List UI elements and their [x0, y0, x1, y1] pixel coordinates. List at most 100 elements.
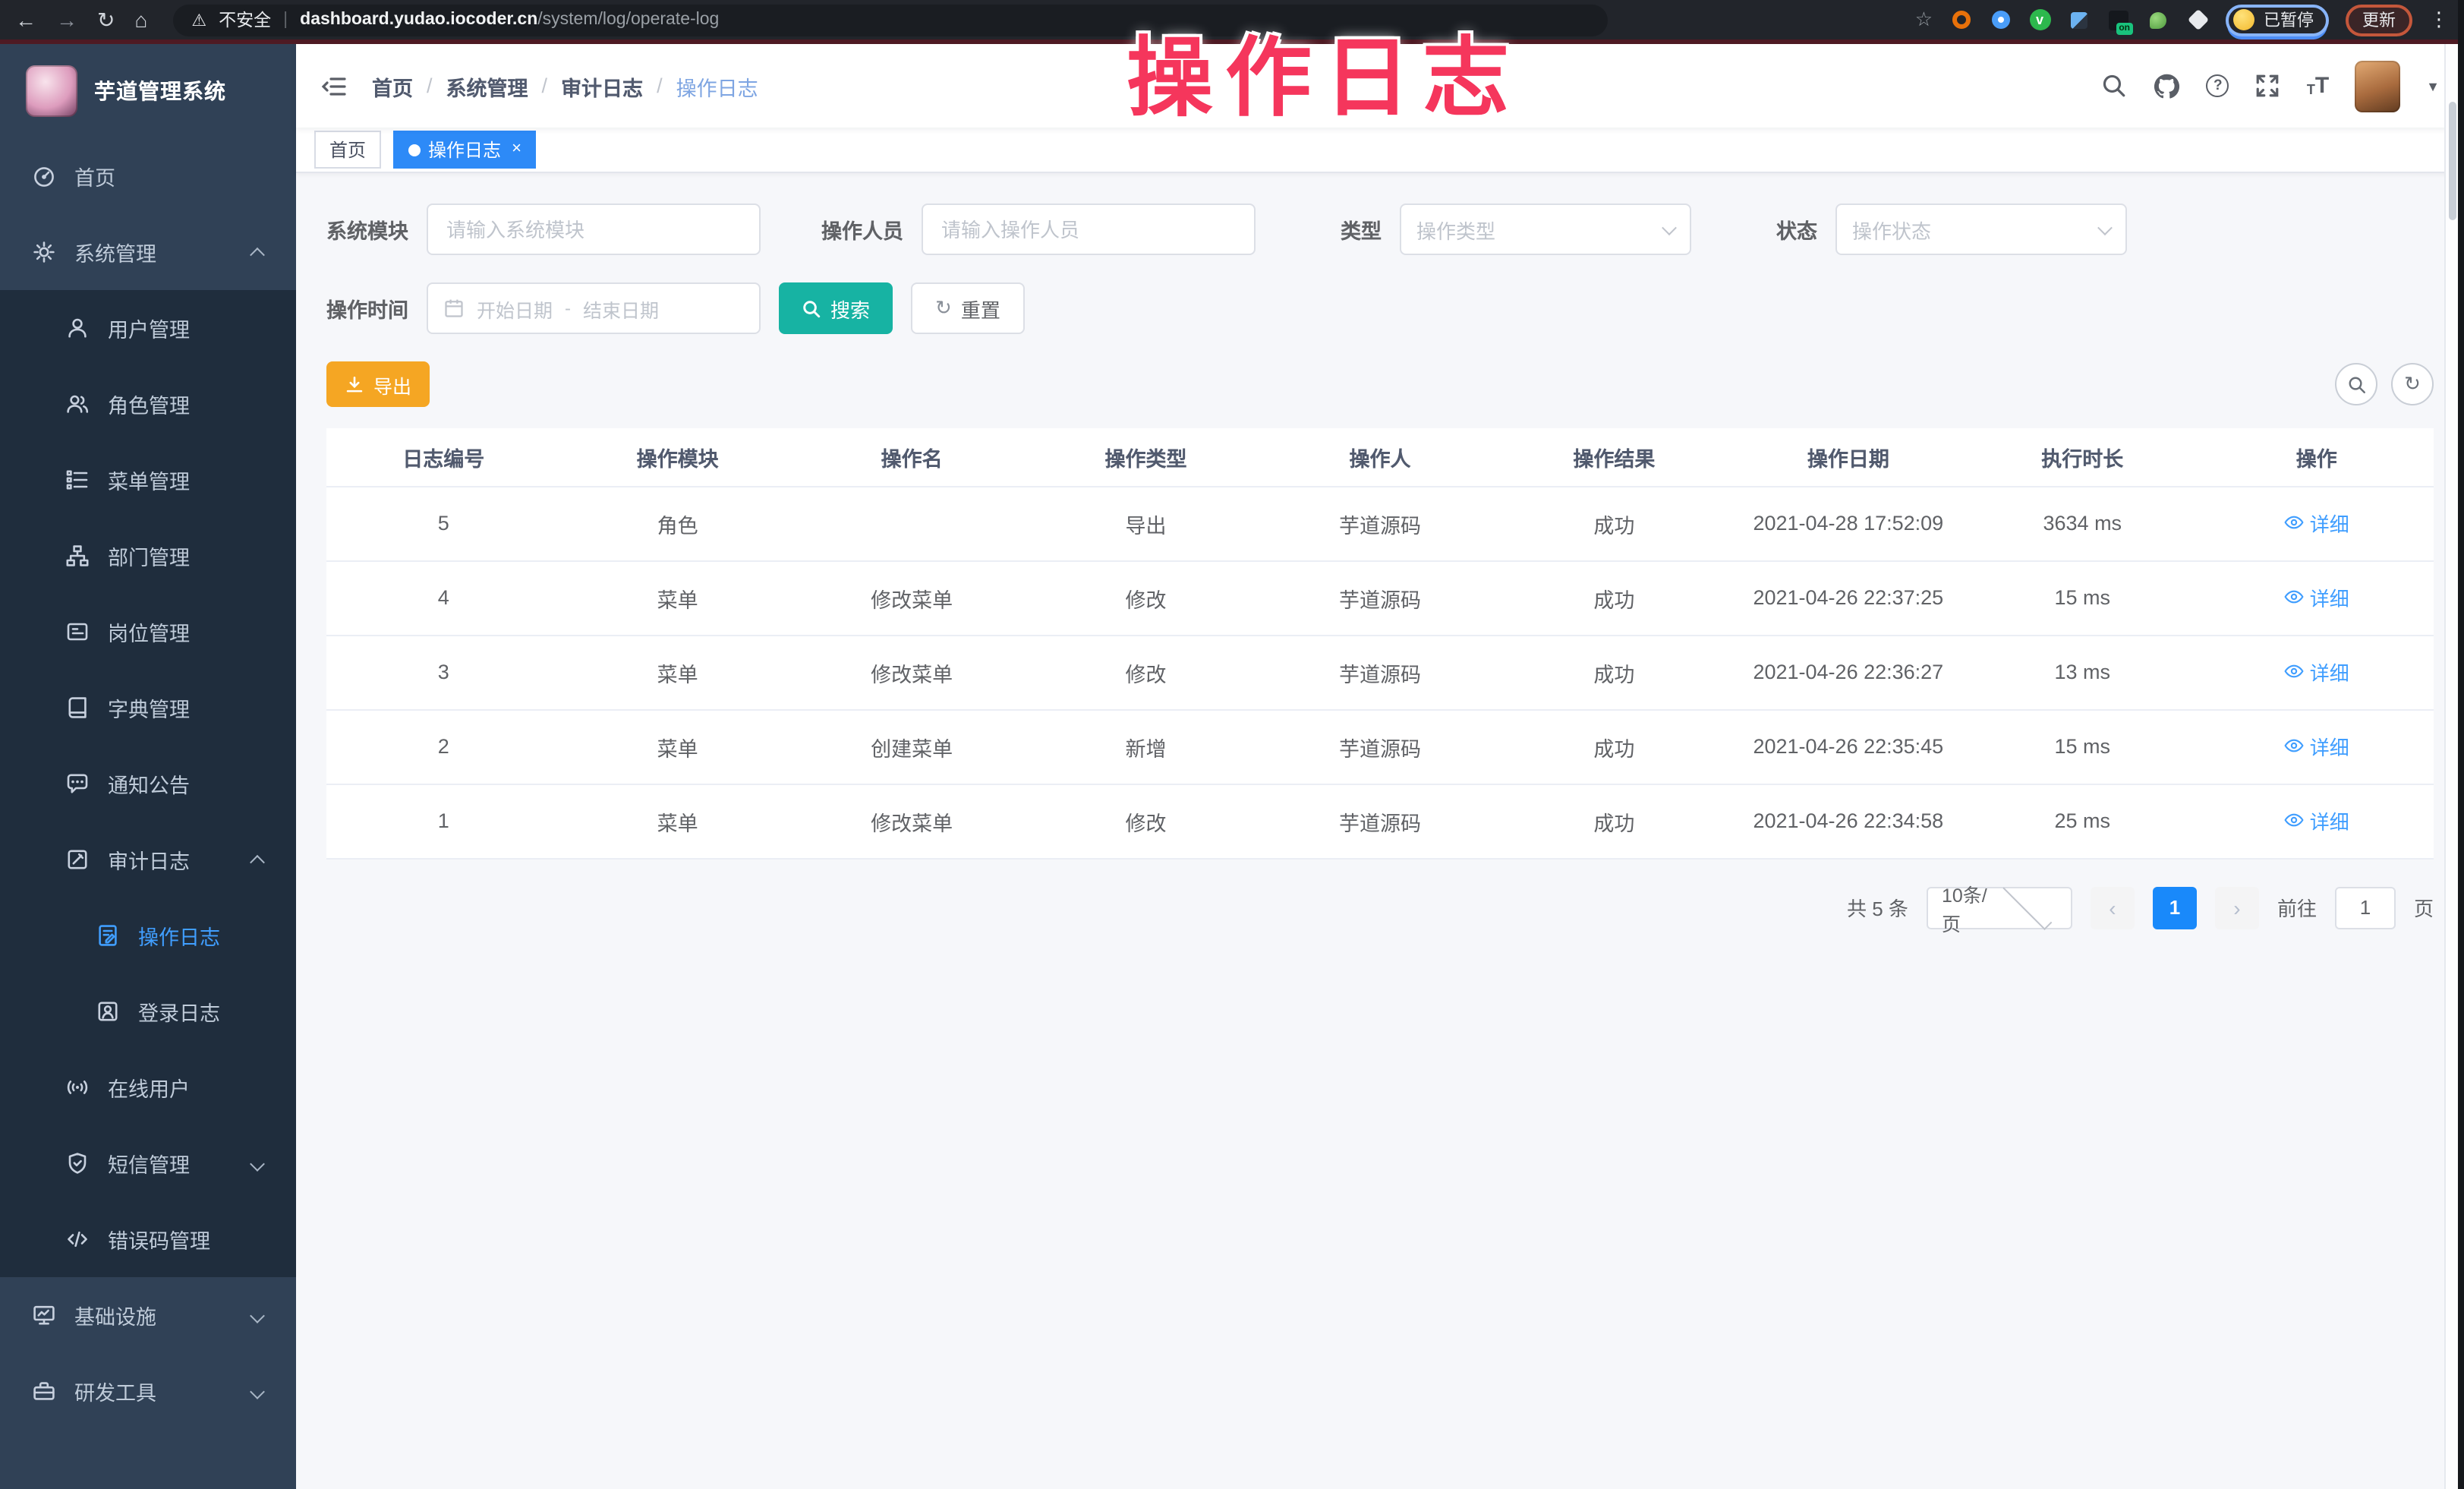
table-row: 4 菜单 修改菜单 修改 芋道源码 成功 2021-04-26 22:37:25…	[326, 560, 2434, 635]
operator-input[interactable]	[922, 203, 1256, 255]
avatar-caret-down-icon[interactable]: ▼	[2426, 78, 2440, 93]
sidebar-item[interactable]: 登录日志	[0, 973, 296, 1049]
browser-right-cluster: ☆ v on 已暂停 更新 ⋮	[1915, 4, 2449, 36]
sidebar-item[interactable]: 岗位管理	[0, 594, 296, 670]
extension-leaf-icon[interactable]	[2147, 8, 2169, 31]
sidebar-item[interactable]: 部门管理	[0, 518, 296, 594]
extension-puzzle-icon[interactable]	[2186, 8, 2209, 31]
cell-operator: 芋道源码	[1263, 709, 1497, 784]
sidebar-item[interactable]: 操作日志	[0, 898, 296, 973]
type-select[interactable]: 操作类型	[1400, 203, 1691, 255]
view-tag[interactable]: 操作日志 ×	[393, 131, 537, 169]
breadcrumb-item[interactable]: 审计日志	[561, 71, 643, 101]
current-page-button[interactable]: 1	[2153, 886, 2197, 929]
browser-forward-icon[interactable]: →	[56, 9, 77, 30]
browser-menu-dots-icon[interactable]: ⋮	[2429, 8, 2449, 32]
cell-duration: 25 ms	[1965, 784, 2199, 858]
goto-page-input[interactable]	[2335, 886, 2396, 929]
table-header-cell: 执行时长	[1965, 428, 2199, 486]
sidebar-logo-row[interactable]: 芋道管理系统	[0, 44, 296, 138]
sidebar-item[interactable]: 审计日志	[0, 822, 296, 898]
browser-home-icon[interactable]: ⌂	[134, 9, 147, 30]
detail-link[interactable]: 详细	[2284, 806, 2349, 835]
sidebar-item[interactable]: 系统管理	[0, 214, 296, 290]
eye-icon	[2284, 587, 2305, 608]
search-button[interactable]: 搜索	[779, 282, 893, 334]
url-text[interactable]: dashboard.yudao.iocoder.cn/system/log/op…	[300, 11, 719, 29]
cell-module: 菜单	[560, 635, 794, 709]
extension-blue-pin-icon[interactable]	[1989, 8, 2012, 31]
prev-page-button[interactable]: ‹	[2091, 886, 2135, 929]
cell-result: 成功	[1497, 709, 1731, 784]
module-input[interactable]	[427, 203, 761, 255]
page-size-select[interactable]: 10条/页	[1927, 886, 2072, 929]
operate-log-icon	[94, 923, 120, 948]
extension-gem-icon[interactable]	[2068, 8, 2091, 31]
sidebar-item[interactable]: 首页	[0, 138, 296, 214]
page-scrollbar[interactable]	[2444, 44, 2458, 1489]
view-tag-label: 操作日志	[428, 137, 501, 162]
cell-duration: 13 ms	[1965, 635, 2199, 709]
next-page-button[interactable]: ›	[2215, 886, 2259, 929]
extension-orange-ring-icon[interactable]	[1949, 8, 1972, 31]
reset-button[interactable]: ↻ 重置	[911, 282, 1025, 334]
profile-paused-badge[interactable]: 已暂停	[2226, 4, 2329, 36]
close-icon[interactable]: ×	[512, 141, 521, 158]
scrollbar-thumb[interactable]	[2449, 102, 2456, 220]
breadcrumb-item[interactable]: 系统管理	[446, 71, 528, 101]
sidebar-item[interactable]: 短信管理	[0, 1125, 296, 1201]
main-area: 首页/系统管理/审计日志/操作日志/ ? TT ▼	[296, 44, 2464, 1489]
sidebar-item[interactable]: 错误码管理	[0, 1201, 296, 1277]
refresh-table-button[interactable]: ↻	[2391, 363, 2434, 405]
extension-green-v-icon[interactable]: v	[2028, 8, 2051, 31]
sidebar-item[interactable]: 角色管理	[0, 366, 296, 442]
sidebar-item[interactable]: 菜单管理	[0, 442, 296, 518]
detail-link[interactable]: 详细	[2284, 732, 2349, 761]
font-size-icon[interactable]: TT	[2307, 74, 2329, 97]
sidebar-item[interactable]: 研发工具	[0, 1353, 296, 1429]
insecure-label[interactable]: 不安全	[219, 8, 271, 32]
detail-link[interactable]: 详细	[2284, 509, 2349, 538]
sidebar-item[interactable]: 在线用户	[0, 1049, 296, 1125]
cell-duration: 3634 ms	[1965, 486, 2199, 560]
megaphone-icon	[64, 771, 90, 797]
bookmark-star-icon[interactable]: ☆	[1915, 8, 1933, 32]
cell-module: 菜单	[560, 784, 794, 858]
github-icon[interactable]	[2154, 72, 2181, 99]
code-icon	[64, 1226, 90, 1252]
detail-link[interactable]: 详细	[2284, 658, 2349, 686]
toggle-search-button[interactable]	[2335, 363, 2377, 405]
date-range-picker[interactable]: 开始日期 - 结束日期	[427, 282, 761, 334]
breadcrumb-item[interactable]: 首页	[372, 71, 413, 101]
cell-date: 2021-04-28 17:52:09	[1731, 486, 1965, 560]
view-tag[interactable]: 首页	[314, 131, 381, 169]
breadcrumb-item[interactable]: 操作日志	[676, 71, 758, 101]
browser-update-button[interactable]: 更新	[2346, 4, 2412, 36]
cell-module: 菜单	[560, 709, 794, 784]
extension-stack-icon[interactable]: on	[2107, 8, 2130, 31]
detail-link[interactable]: 详细	[2284, 583, 2349, 612]
cell-operation-name: 创建菜单	[795, 709, 1029, 784]
export-button[interactable]: 导出	[326, 361, 430, 407]
sidebar-item[interactable]: 字典管理	[0, 670, 296, 746]
navbar-right: ? TT ▼	[2102, 60, 2440, 112]
browser-reload-icon[interactable]: ↻	[97, 9, 115, 30]
breadcrumb-separator: /	[427, 74, 433, 97]
browser-back-icon[interactable]: ←	[15, 9, 36, 30]
fullscreen-icon[interactable]	[2255, 73, 2281, 99]
search-icon[interactable]	[2102, 73, 2128, 99]
sidebar-item[interactable]: 基础设施	[0, 1277, 296, 1353]
status-select[interactable]: 操作状态	[1835, 203, 2127, 255]
sidebar-item[interactable]: 用户管理	[0, 290, 296, 366]
menu-tree-icon	[64, 467, 90, 493]
chevron-down-icon	[1662, 219, 1677, 235]
dictionary-icon	[64, 695, 90, 721]
cell-duration: 15 ms	[1965, 709, 2199, 784]
chevron-icon	[250, 247, 265, 262]
view-tag-label: 首页	[329, 137, 366, 162]
help-icon[interactable]: ?	[2207, 74, 2229, 97]
eye-icon	[2284, 736, 2305, 757]
user-avatar[interactable]	[2355, 60, 2400, 112]
sidebar-item[interactable]: 通知公告	[0, 746, 296, 822]
sidebar-collapse-icon[interactable]	[320, 74, 348, 98]
